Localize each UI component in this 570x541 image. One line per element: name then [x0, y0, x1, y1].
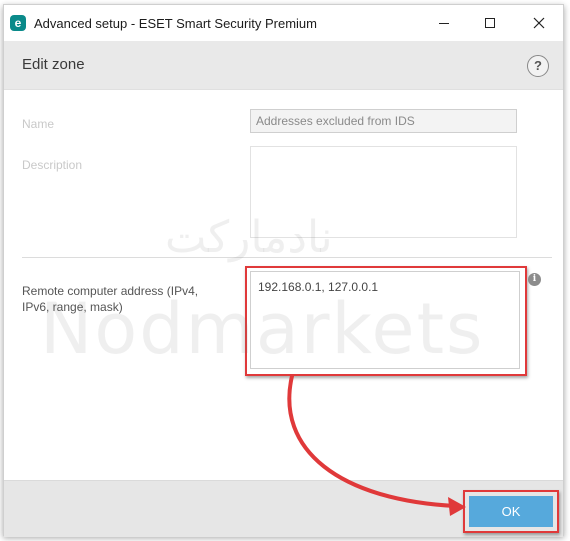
- maximize-icon: [485, 18, 495, 28]
- page-title: Edit zone: [22, 56, 85, 73]
- dialog-window: e Advanced setup - ESET Smart Security P…: [3, 4, 564, 537]
- name-label: Name: [22, 117, 55, 131]
- minimize-button[interactable]: [421, 5, 467, 41]
- remote-address-input[interactable]: 192.168.0.1, 127.0.0.1: [250, 271, 520, 369]
- description-field[interactable]: [250, 146, 517, 238]
- remote-address-label: Remote computer address (IPv4, IPv6, ran…: [22, 284, 199, 314]
- description-label: Description: [22, 158, 83, 172]
- dialog-footer: OK: [4, 480, 563, 537]
- form-content: Name Addresses excluded from IDS Descrip…: [4, 90, 563, 480]
- section-divider: [22, 257, 552, 258]
- ok-button[interactable]: OK: [469, 496, 553, 527]
- name-field[interactable]: Addresses excluded from IDS: [250, 109, 517, 133]
- eset-logo-icon: e: [10, 15, 26, 31]
- window-title: Advanced setup - ESET Smart Security Pre…: [34, 16, 317, 31]
- dialog-header: Edit zone ?: [4, 41, 563, 90]
- help-icon[interactable]: ?: [527, 55, 549, 77]
- minimize-icon: [439, 22, 449, 24]
- close-icon: [533, 17, 545, 29]
- info-icon[interactable]: i: [528, 273, 541, 286]
- close-button[interactable]: [516, 5, 562, 41]
- maximize-button[interactable]: [467, 5, 513, 41]
- title-bar[interactable]: e Advanced setup - ESET Smart Security P…: [4, 5, 563, 41]
